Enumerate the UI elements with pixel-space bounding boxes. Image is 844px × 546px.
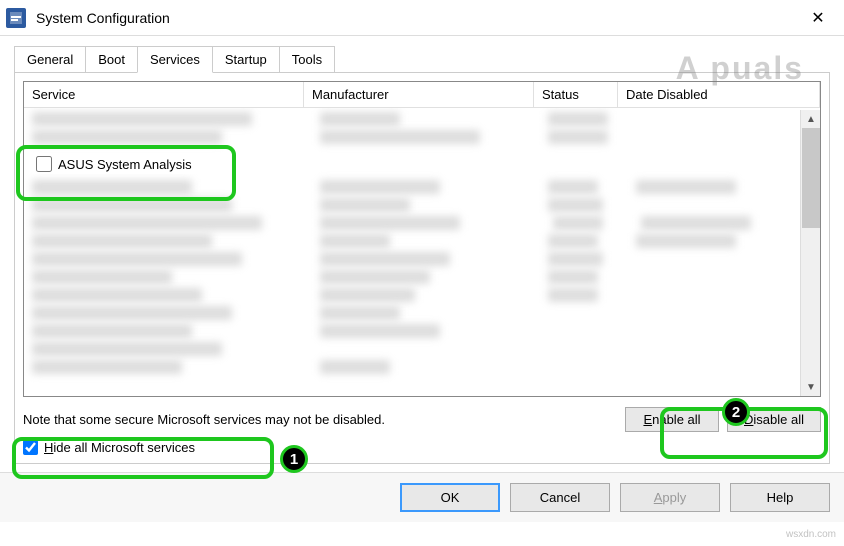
dialog-button-row: OK Cancel Apply Help xyxy=(0,472,844,522)
scroll-thumb[interactable] xyxy=(802,128,820,228)
scroll-down-arrow[interactable]: ▼ xyxy=(801,378,821,396)
service-row-asus[interactable]: ASUS System Analysis xyxy=(32,154,196,174)
note-text: Note that some secure Microsoft services… xyxy=(23,412,617,427)
service-checkbox-asus[interactable] xyxy=(36,156,52,172)
tab-services[interactable]: Services xyxy=(137,46,213,73)
enable-all-button[interactable]: Enable all xyxy=(625,407,719,432)
tab-general[interactable]: General xyxy=(14,46,86,72)
tab-boot[interactable]: Boot xyxy=(85,46,138,72)
cancel-button[interactable]: Cancel xyxy=(510,483,610,512)
tab-tools[interactable]: Tools xyxy=(279,46,335,72)
close-button[interactable]: ✕ xyxy=(798,3,838,33)
scroll-up-arrow[interactable]: ▲ xyxy=(801,110,821,128)
col-header-service[interactable]: Service xyxy=(24,82,304,107)
hide-microsoft-checkbox[interactable] xyxy=(23,440,38,455)
annotation-badge-2: 2 xyxy=(722,398,750,426)
services-list[interactable]: Service Manufacturer Status Date Disable… xyxy=(23,81,821,397)
window-title: System Configuration xyxy=(36,10,798,26)
service-label-asus: ASUS System Analysis xyxy=(58,157,192,172)
col-header-status[interactable]: Status xyxy=(534,82,618,107)
hide-microsoft-label[interactable]: Hide all Microsoft services xyxy=(44,440,195,455)
apply-button[interactable]: Apply xyxy=(620,483,720,512)
watermark-brand: A puals xyxy=(676,50,804,87)
help-button[interactable]: Help xyxy=(730,483,830,512)
col-header-manufacturer[interactable]: Manufacturer xyxy=(304,82,534,107)
tab-startup[interactable]: Startup xyxy=(212,46,280,72)
watermark-site: wsxdn.com xyxy=(786,529,836,540)
annotation-badge-1: 1 xyxy=(280,445,308,473)
msconfig-icon xyxy=(6,8,26,28)
ok-button[interactable]: OK xyxy=(400,483,500,512)
scrollbar-vertical[interactable]: ▲ ▼ xyxy=(800,110,820,396)
